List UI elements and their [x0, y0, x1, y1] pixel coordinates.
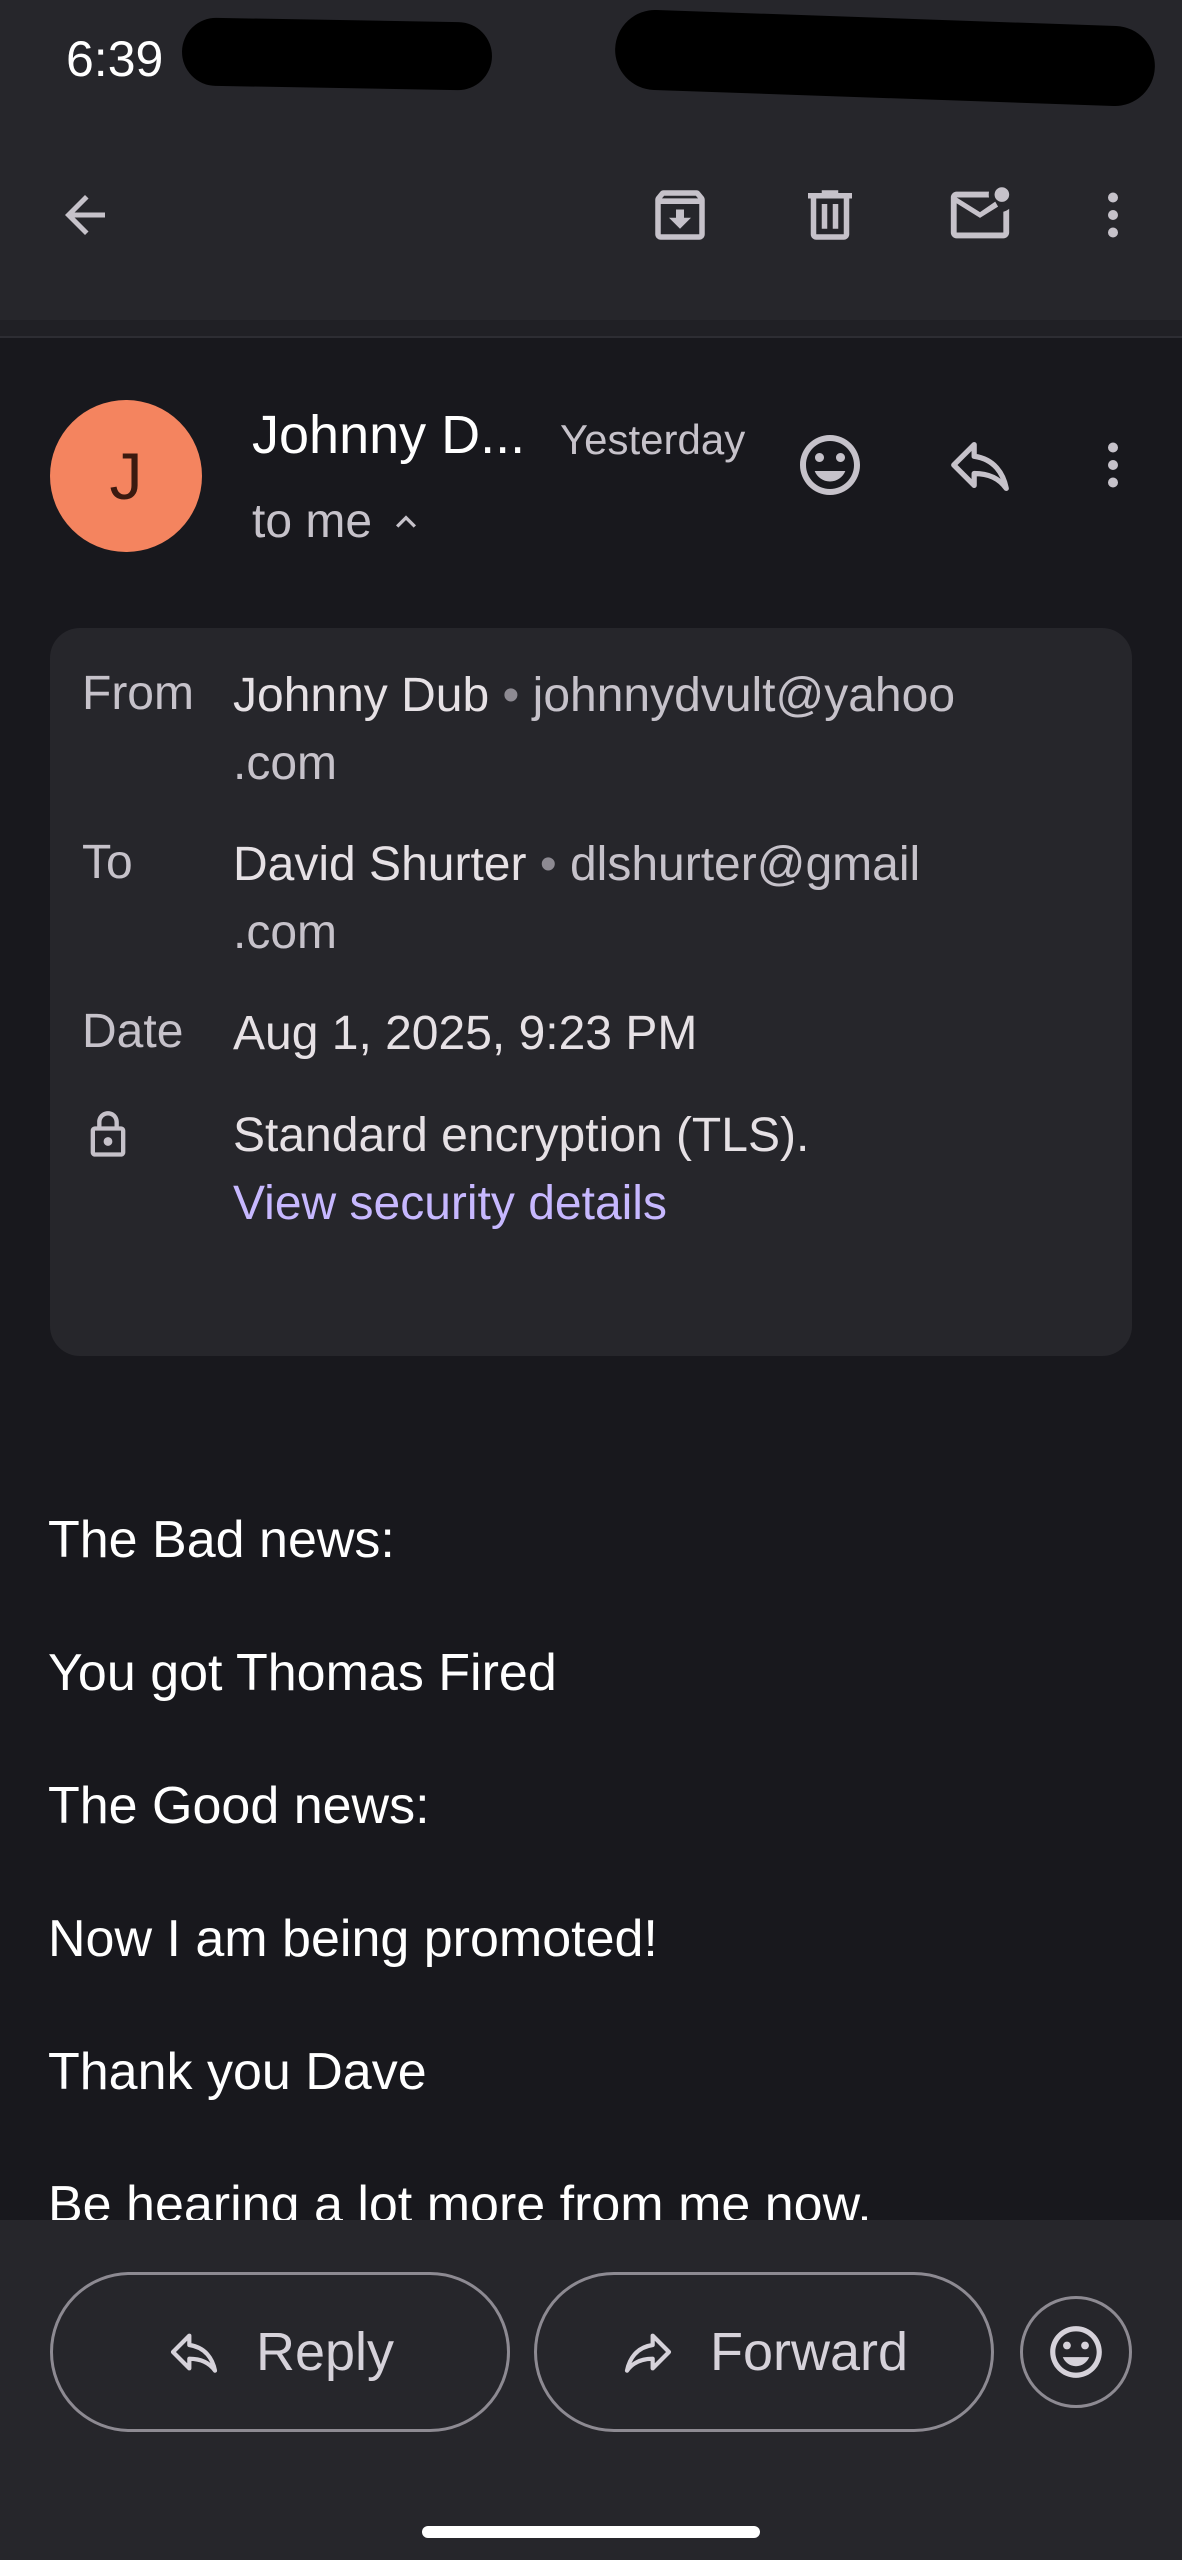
arrow-back-icon — [65, 195, 105, 235]
body-line: Thank you Dave — [48, 2043, 427, 2101]
body-line: The Bad news: — [48, 1511, 395, 1569]
to-email[interactable]: dlshurter@gmail — [570, 838, 920, 891]
message-more-button[interactable] — [1080, 415, 1146, 515]
to-value: David Shurter • dlshurter@gmail .com — [233, 831, 1083, 967]
from-label: From — [82, 667, 194, 720]
from-name: Johnny Dub — [233, 669, 490, 722]
archive-icon — [655, 190, 705, 240]
from-value: Johnny Dub • johnnydvult@yahoo .com — [233, 662, 1083, 798]
date-value: Aug 1, 2025, 9:23 PM — [233, 1007, 698, 1060]
reply-label: Reply — [255, 2322, 395, 2382]
date-label: Date — [82, 1005, 184, 1058]
separator-dot: • — [502, 669, 520, 722]
from-email-cont[interactable]: .com — [233, 737, 337, 790]
redaction-mark — [613, 8, 1157, 108]
message-time: Yesterday — [560, 416, 746, 463]
lock-icon-wrap — [78, 1100, 138, 1170]
emoji-icon — [1050, 2326, 1102, 2378]
chevron-up-icon — [396, 514, 417, 528]
more-vert-icon — [1108, 442, 1118, 488]
forward-icon — [624, 2333, 672, 2373]
emoji-reaction-button[interactable] — [1020, 2296, 1132, 2408]
avatar-letter: J — [109, 439, 143, 513]
home-indicator[interactable] — [422, 2526, 760, 2538]
top-app-bar — [0, 120, 1182, 320]
redaction-mark — [181, 17, 493, 91]
separator-dot: • — [539, 838, 557, 891]
from-email[interactable]: johnnydvult@yahoo — [533, 669, 955, 722]
recipients-toggle[interactable]: to me — [252, 494, 426, 549]
to-label: To — [82, 836, 133, 889]
reply-icon — [170, 2333, 218, 2373]
lock-icon — [90, 1111, 126, 1157]
status-time: 6:39 — [66, 31, 164, 87]
forward-button[interactable]: Forward — [534, 2272, 994, 2432]
to-name: David Shurter — [233, 838, 527, 891]
trash-icon — [808, 190, 852, 240]
status-bar: 6:39 — [0, 0, 1182, 120]
body-line: You got Thomas Fired — [48, 1644, 557, 1702]
reply-icon-button[interactable] — [930, 415, 1030, 515]
more-options-button[interactable] — [1080, 170, 1146, 260]
more-vert-icon — [1108, 192, 1118, 238]
reply-icon — [951, 441, 1009, 491]
to-email-cont[interactable]: .com — [233, 906, 337, 959]
react-emoji-button[interactable] — [780, 415, 880, 515]
sender-name[interactable]: Johnny D... — [252, 404, 525, 466]
reply-button[interactable]: Reply — [50, 2272, 510, 2432]
forward-label: Forward — [709, 2322, 909, 2382]
body-line: The Good news: — [48, 1777, 430, 1835]
mail-unread-icon — [950, 187, 1010, 239]
divider — [0, 320, 1182, 338]
encryption-text: Standard encryption (TLS). — [233, 1109, 810, 1162]
archive-button[interactable] — [630, 170, 730, 260]
body-line: Be hearing a lot more from me now. — [48, 2176, 872, 2220]
body-line: Now I am being promoted! — [48, 1910, 658, 1968]
delete-button[interactable] — [780, 170, 880, 260]
avatar[interactable]: J — [50, 400, 202, 552]
view-security-details-link[interactable]: View security details — [233, 1176, 667, 1231]
back-button[interactable] — [40, 170, 130, 260]
to-me-label: to me — [252, 495, 373, 548]
emoji-icon — [800, 435, 860, 495]
mark-unread-button[interactable] — [930, 170, 1030, 260]
message-body: The Bad news: You got Thomas Fired The G… — [0, 1460, 1182, 2220]
